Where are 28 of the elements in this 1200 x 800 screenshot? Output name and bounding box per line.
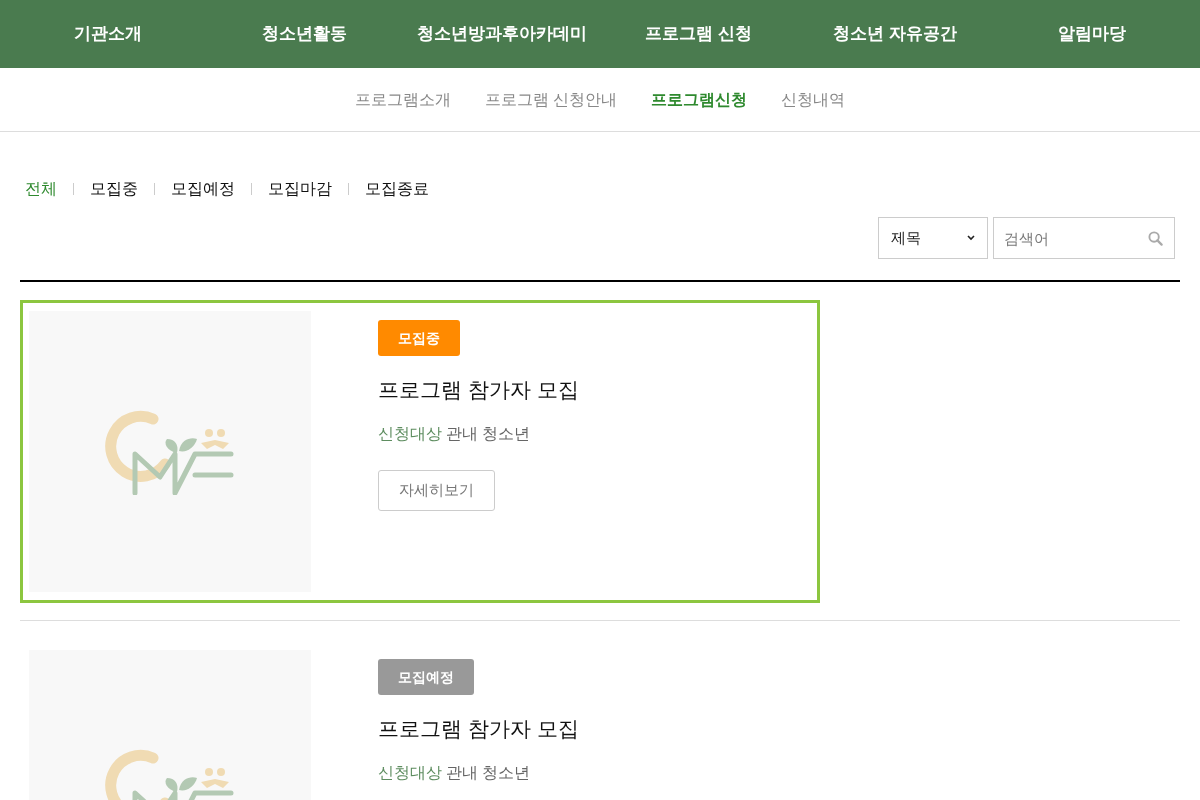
details-button[interactable]: 자세히보기	[378, 469, 495, 511]
program-title: 프로그램 참가자 모집	[378, 716, 579, 742]
program-title: 프로그램 참가자 모집	[378, 377, 579, 403]
status-filter[interactable]: 모집종료	[365, 177, 429, 201]
category-select[interactable]: 제목	[878, 217, 988, 259]
target-value: 관내 청소년	[446, 762, 531, 783]
search-field[interactable]: 검색어	[993, 217, 1175, 259]
sub-nav-tab[interactable]: 프로그램 신청안내	[484, 87, 618, 112]
target-value: 관내 청소년	[446, 423, 531, 444]
target-label: 신청대상	[378, 762, 442, 783]
main-nav-item[interactable]: 알림마당	[996, 21, 1187, 47]
sub-nav-tab[interactable]: 프로그램신청	[651, 87, 748, 112]
status-filter[interactable]: 모집중	[90, 177, 138, 201]
target-label: 신청대상	[378, 423, 442, 444]
status-badge: 모집중	[378, 320, 460, 356]
status-filter[interactable]: 전체	[25, 177, 57, 201]
main-nav-item[interactable]: 기관소개	[13, 21, 204, 47]
chevron-down-icon	[967, 235, 975, 241]
main-nav-item[interactable]: 청소년방과후아카데미	[406, 21, 597, 47]
sub-nav-tab[interactable]: 프로그램소개	[354, 87, 451, 112]
main-nav-item[interactable]: 청소년활동	[210, 21, 400, 47]
status-badge: 모집예정	[378, 659, 474, 695]
main-nav-item[interactable]: 프로그램 신청	[603, 21, 794, 47]
search-icon	[1148, 231, 1163, 246]
status-filter[interactable]: 모집예정	[171, 177, 235, 201]
main-nav-item[interactable]: 청소년 자유공간	[799, 21, 990, 47]
sub-nav-tab[interactable]: 신청내역	[781, 87, 846, 112]
status-filter[interactable]: 모집마감	[268, 177, 332, 201]
